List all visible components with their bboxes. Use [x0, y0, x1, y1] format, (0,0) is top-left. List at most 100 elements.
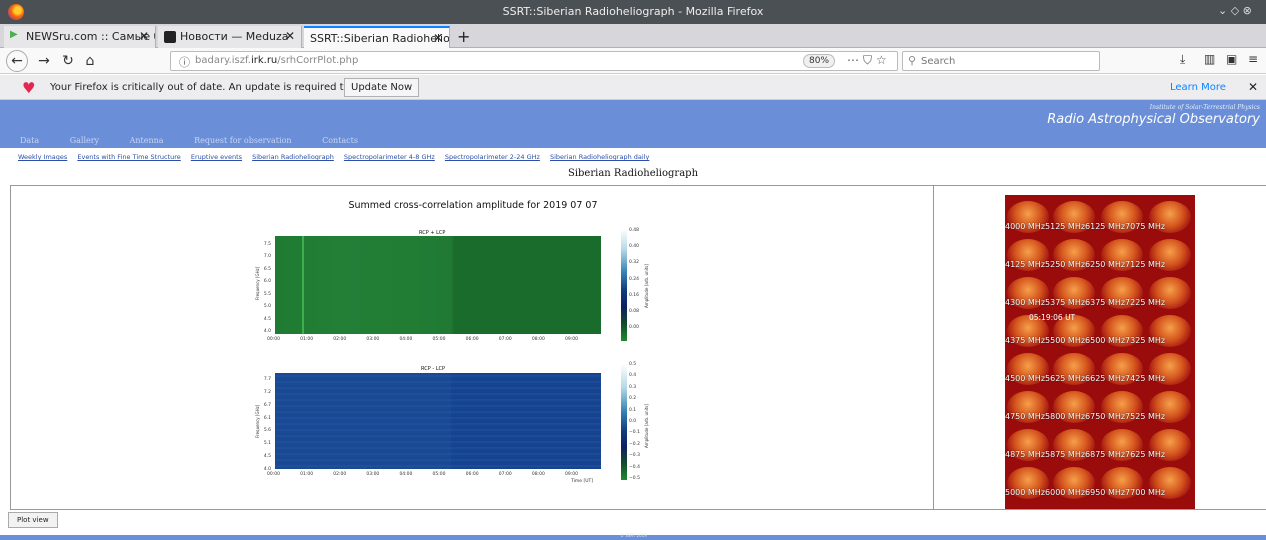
colorbar-tick-label: 0.00	[629, 325, 640, 330]
y-tick-label: 5.1	[263, 441, 271, 447]
sum-heatmap	[275, 236, 601, 334]
plot-2-colorbar	[621, 364, 627, 480]
link-fine-time-structure[interactable]: Events with Fine Time Structure	[77, 153, 180, 161]
link-siberian-radioheliograph[interactable]: Siberian Radioheliograph	[252, 153, 334, 161]
tab-label: Новости — Meduza	[180, 30, 289, 43]
link-spectropolarimeter-2-24[interactable]: Spectropolarimeter 2-24 GHz	[445, 153, 540, 161]
url-text: badary.iszf.irk.ru/srhCorrPlot.php	[195, 55, 359, 66]
sun-image-row: 4750 MHz5800 MHz6750 MHz7525 MHz	[1005, 389, 1195, 425]
library-icon[interactable]: ▥	[1204, 52, 1215, 66]
window-titlebar: SSRT::Siberian Radioheliograph - Mozilla…	[0, 0, 1266, 24]
link-weekly-images[interactable]: Weekly Images	[18, 153, 67, 161]
y-tick-label: 4.5	[263, 316, 271, 322]
nav-bar: ← → ↻ ⌂ ⓘ badary.iszf.irk.ru/srhCorrPlot…	[0, 48, 1266, 74]
new-tab-icon[interactable]: +	[457, 27, 470, 46]
menu-item-data[interactable]: Data	[20, 136, 39, 145]
menu-item-request[interactable]: Request for observation	[194, 136, 291, 145]
x-tick-label: 05:00	[432, 472, 446, 477]
rfi-line	[302, 236, 304, 334]
y-tick-label: 7.2	[263, 389, 271, 395]
tab-label: SSRT::Siberian Radioheliograph	[310, 32, 450, 45]
colorbar-tick-label: 0.40	[629, 244, 640, 250]
home-icon[interactable]: ⌂	[80, 51, 100, 71]
colorbar-tick-label: −0.4	[629, 464, 640, 470]
x-tick-label: 04:00	[399, 337, 413, 342]
frequency-labels: 4000 MHz5125 MHz6125 MHz7075 MHz	[1005, 222, 1166, 231]
colorbar-tick-label: 0.16	[629, 292, 640, 298]
tab-strip: ▶ NEWSru.com :: Самые быс ✕ Новости — Me…	[0, 24, 1266, 48]
reload-icon[interactable]: ↻	[58, 51, 78, 71]
x-tick-label: 08:00	[531, 472, 545, 477]
sun-image-row: 4000 MHz5125 MHz6125 MHz7075 MHz	[1005, 199, 1195, 235]
sidebar-icon[interactable]: ▣	[1226, 52, 1237, 66]
window-controls[interactable]: ⌄ ◇ ⊗	[1218, 4, 1252, 17]
page-title: Siberian Radioheliograph	[567, 168, 699, 179]
diff-heatmap	[275, 373, 601, 469]
downloads-icon[interactable]: ⤓	[1180, 52, 1185, 67]
diff-observed-region	[275, 373, 452, 469]
plot-1-ylabel: Frequency [GHz]	[255, 266, 260, 300]
search-bar[interactable]: ⚲	[902, 51, 1100, 71]
observatory-name: Radio Astrophysical Observatory	[1047, 112, 1260, 127]
info-icon[interactable]: ⓘ	[179, 54, 190, 70]
menu-item-gallery[interactable]: Gallery	[70, 136, 99, 145]
update-now-button[interactable]: Update Now	[344, 78, 420, 97]
y-tick-label: 7.7	[263, 377, 271, 382]
colorbar-tick-label: 0.2	[629, 396, 637, 402]
close-icon[interactable]: ✕	[1248, 80, 1258, 94]
page-actions-icons[interactable]: ⋯⛉☆	[847, 53, 891, 68]
y-tick-label: 4.5	[263, 454, 271, 460]
learn-more-link[interactable]: Learn More	[1170, 82, 1226, 93]
x-tick-label: 03:00	[366, 337, 380, 342]
tab-meduza[interactable]: Новости — Meduza ✕	[158, 26, 302, 48]
colorbar-tick-label: −0.3	[629, 453, 640, 459]
x-tick-label: 06:00	[465, 472, 479, 477]
colorbar-tick-label: 0.1	[629, 407, 637, 413]
url-bar[interactable]: ⓘ badary.iszf.irk.ru/srhCorrPlot.php 80%…	[170, 51, 898, 71]
x-tick-label: 01:00	[300, 472, 314, 477]
sun-image-row: 4125 MHz5250 MHz6250 MHz7125 MHz	[1005, 237, 1195, 273]
frequency-labels: 4375 MHz5500 MHz6500 MHz7325 MHz	[1005, 336, 1166, 345]
radioheliograph-images: 4000 MHz5125 MHz6125 MHz7075 MHz 4125 MHz…	[1005, 195, 1195, 509]
colorbar-tick-label: 0.08	[629, 308, 640, 314]
plot-2-ylabel: Frequency [GHz]	[255, 404, 260, 438]
menu-item-antenna[interactable]: Antenna	[130, 136, 164, 145]
x-tick-label: 00:00	[267, 337, 280, 342]
sun-image-row: 4500 MHz5625 MHz6625 MHz7425 MHz	[1005, 351, 1195, 387]
plot-2-colorbar-label: Amplitude [arb. units]	[644, 404, 649, 448]
colorbar-tick-label: −0.5	[629, 476, 640, 481]
tab-newsru[interactable]: ▶ NEWSru.com :: Самые быс ✕	[4, 26, 156, 48]
back-arrow-icon[interactable]: ←	[6, 50, 28, 72]
search-input[interactable]	[921, 54, 1091, 68]
sun-image-row: 5000 MHz6000 MHz6950 MHz7700 MHz	[1005, 465, 1195, 501]
close-icon[interactable]: ✕	[285, 29, 295, 43]
colorbar-tick-label: 0.32	[629, 260, 640, 266]
correlation-plot-panel: Summed cross-correlation amplitude for 2…	[10, 185, 934, 510]
institute-name: Institute of Solar-Terrestrial Physics	[1149, 104, 1260, 111]
tab-ssrt[interactable]: SSRT::Siberian Radioheliograph ✕	[304, 26, 450, 48]
colorbar-tick-label: 0.0	[629, 419, 637, 424]
plot-view-button[interactable]: Plot view	[8, 512, 58, 528]
window-title: SSRT::Siberian Radioheliograph - Mozilla…	[502, 5, 764, 18]
y-tick-label: 4.0	[263, 329, 271, 334]
plot-1-colorbar	[621, 229, 627, 341]
y-tick-label: 5.0	[263, 304, 271, 310]
search-icon: ⚲	[908, 54, 917, 67]
close-icon[interactable]: ✕	[139, 29, 149, 43]
close-icon[interactable]: ✕	[433, 31, 443, 45]
link-spectropolarimeter-4-8[interactable]: Spectropolarimeter 4-8 GHz	[344, 153, 435, 161]
tab-label: NEWSru.com :: Самые быс	[26, 30, 155, 43]
meduza-favicon-icon	[164, 31, 176, 43]
forward-arrow-icon[interactable]: →	[34, 51, 54, 71]
colorbar-tick-label: 0.3	[629, 384, 637, 390]
menu-icon[interactable]: ≡	[1248, 52, 1258, 66]
subplot-2-label: RCP - LCP	[421, 366, 446, 372]
x-tick-label: 04:00	[399, 472, 413, 477]
link-eruptive-events[interactable]: Eruptive events	[191, 153, 242, 161]
y-tick-label: 7.5	[263, 242, 271, 247]
x-tick-label: 07:00	[498, 337, 512, 342]
menu-item-contacts[interactable]: Contacts	[322, 136, 358, 145]
link-radioheliograph-daily[interactable]: Siberian Radioheliograph daily	[550, 153, 649, 161]
zoom-badge[interactable]: 80%	[803, 54, 836, 68]
x-tick-label: 02:00	[333, 337, 347, 342]
